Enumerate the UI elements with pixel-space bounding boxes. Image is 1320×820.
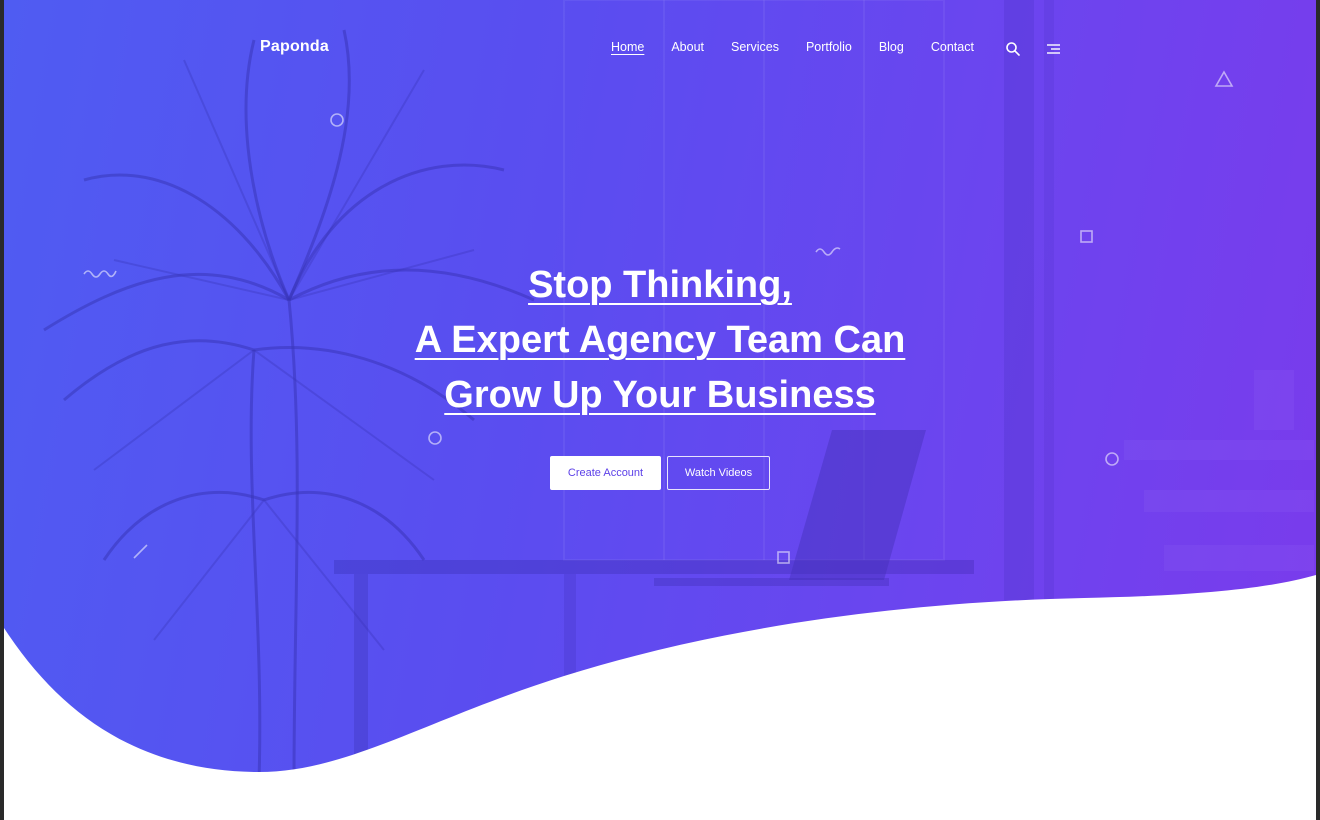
window-edge: [1316, 0, 1320, 820]
page-frame: Paponda Home About Services Portfolio Bl…: [4, 0, 1316, 820]
hero-wave-divider: [4, 575, 1316, 820]
